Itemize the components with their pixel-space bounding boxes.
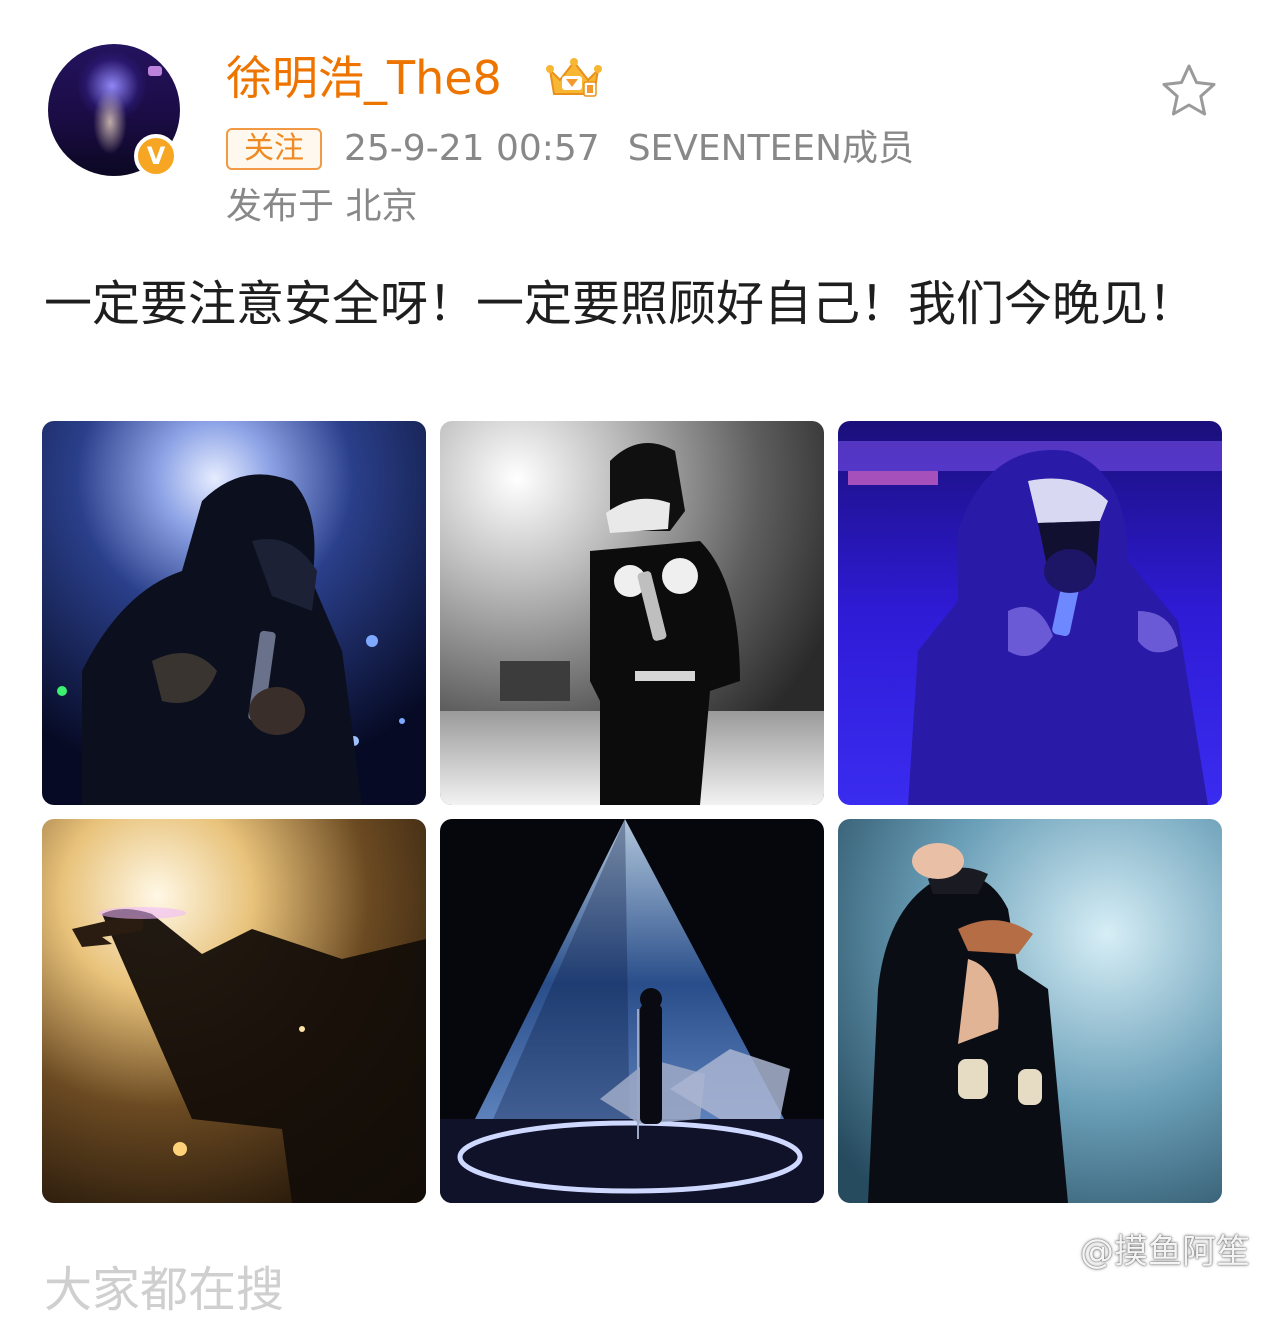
watermark: @摸鱼阿笙 — [1036, 1230, 1250, 1274]
photo-5[interactable] — [440, 819, 824, 1203]
verified-badge-icon: V — [134, 134, 178, 178]
photo-6[interactable] — [838, 819, 1222, 1203]
photo-1[interactable] — [42, 421, 426, 805]
follow-button[interactable]: 关注 — [226, 128, 322, 170]
photo-2[interactable] — [440, 421, 824, 805]
post-meta: 25-9-21 00:57 SEVENTEEN成员 — [344, 126, 914, 172]
post-text: 一定要注意安全呀！一定要照顾好自己！我们今晚见！ — [44, 276, 1197, 332]
weibo-logo-icon — [1037, 1240, 1074, 1267]
post-source: SEVENTEEN成员 — [627, 128, 915, 169]
avatar-highlight — [148, 66, 162, 76]
post-timestamp: 25-9-21 00:57 — [344, 128, 600, 169]
photo-4[interactable] — [42, 819, 426, 1203]
star-icon[interactable] — [1158, 60, 1220, 122]
post-location: 发布于 北京 — [226, 186, 418, 227]
username[interactable]: 徐明浩_The8 — [226, 48, 502, 108]
watermark-text: @摸鱼阿笙 — [1080, 1232, 1250, 1272]
trending-section-title: 大家都在搜 — [44, 1262, 285, 1318]
vip-crown-icon — [546, 58, 602, 97]
photo-3[interactable] — [838, 421, 1222, 805]
